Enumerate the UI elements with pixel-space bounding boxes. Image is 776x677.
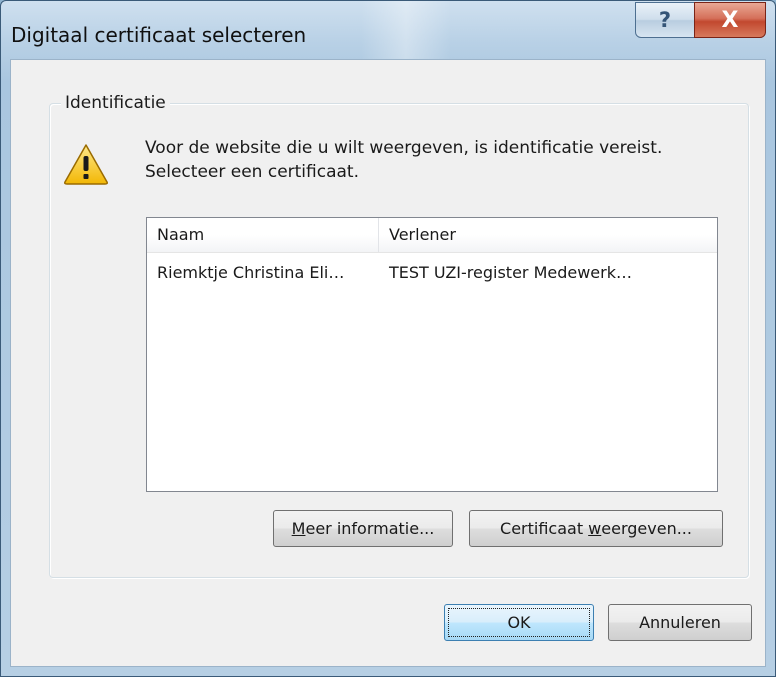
annuleren-button[interactable]: Annuleren [608, 604, 752, 641]
cell-verlener: TEST UZI-register Medewerk… [389, 263, 632, 282]
dialog-window: Digitaal certificaat selecteren ? X Iden… [0, 0, 776, 677]
mnemonic-char: w [588, 519, 602, 538]
button-label: eer informatie... [305, 519, 435, 538]
column-header-naam[interactable]: Naam [147, 218, 378, 252]
identification-message: Voor de website die u wilt weergeven, is… [145, 138, 663, 182]
close-button[interactable]: X [694, 2, 766, 38]
button-label-prefix: Certificaat [500, 519, 589, 538]
certificaat-weergeven-button[interactable]: Certificaat w eergeven... [469, 510, 723, 547]
help-icon: ? [658, 8, 672, 32]
focus-rectangle [448, 608, 590, 637]
title-bar[interactable]: Digitaal certificaat selecteren ? X [1, 1, 775, 57]
list-header: Naam Verlener [147, 218, 717, 253]
annuleren-button-label: Annuleren [639, 613, 721, 632]
dialog-client-area: Identificatie Voor de website die u wilt… [10, 59, 766, 667]
window-title: Digitaal certificaat selecteren [11, 23, 307, 47]
help-button[interactable]: ? [635, 2, 695, 38]
groupbox-label: Identificatie [61, 93, 170, 113]
close-icon: X [721, 7, 739, 33]
button-label: eergeven... [601, 519, 692, 538]
cell-naam: Riemktje Christina Eli… [157, 263, 345, 282]
certificate-list[interactable]: Naam Verlener Riemktje Christina Eli… TE… [146, 217, 718, 492]
column-header-verlener[interactable]: Verlener [379, 218, 717, 252]
ok-button[interactable]: OK [444, 604, 594, 641]
warning-icon [64, 144, 108, 185]
mnemonic-char: M [291, 519, 306, 538]
meer-informatie-button[interactable]: Meer informatie... [273, 510, 453, 547]
table-row[interactable]: Riemktje Christina Eli… TEST UZI-registe… [147, 258, 717, 288]
